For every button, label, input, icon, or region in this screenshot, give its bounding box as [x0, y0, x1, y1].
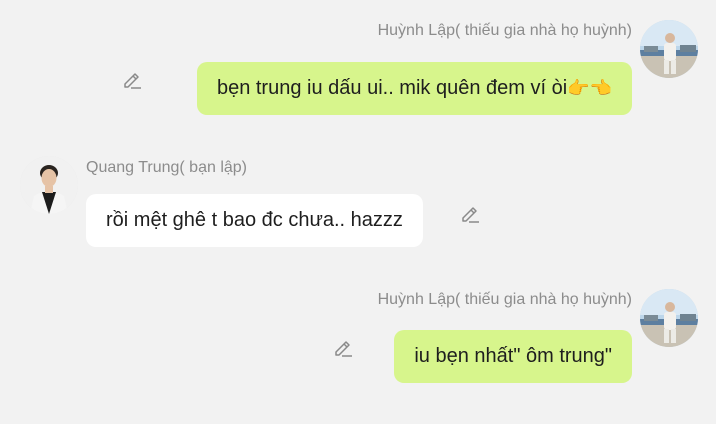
edit-icon[interactable] [121, 68, 143, 90]
message-bubble[interactable]: bẹn trung iu dấu ui.. mik quên đem ví òi… [196, 62, 632, 115]
pencil-edit-icon [462, 207, 479, 223]
message-bubble[interactable]: iu bẹn nhất" ôm trung" [394, 330, 632, 383]
sender-name: Huỳnh Lập( thiếu gia nhà họ huỳnh) [377, 291, 632, 308]
message-bubble[interactable]: rồi mệt ghê t bao đc chưa.. hazzz [86, 194, 423, 247]
beach-photo-avatar-icon [640, 20, 698, 78]
pointing-fingers-emoji: 👉👈 [567, 78, 612, 99]
message-text: bẹn trung iu dấu ui.. mik quên đem ví òi [216, 77, 568, 99]
pencil-edit-icon [124, 73, 141, 89]
beach-photo-avatar-icon [640, 289, 698, 347]
avatar[interactable] [640, 289, 698, 347]
edit-icon[interactable] [459, 202, 481, 224]
avatar[interactable] [640, 20, 698, 78]
avatar[interactable] [20, 156, 78, 214]
sender-name: Quang Trung( bạn lập) [86, 159, 247, 176]
sender-name: Huỳnh Lập( thiếu gia nhà họ huỳnh) [377, 22, 632, 39]
pencil-edit-icon [335, 341, 352, 357]
message-text: rồi mệt ghê t bao đc chưa.. hazzz [106, 209, 403, 231]
message-text: iu bẹn nhất" ôm trung" [414, 345, 612, 367]
portrait-photo-avatar-icon [20, 156, 78, 214]
edit-icon[interactable] [332, 336, 354, 358]
